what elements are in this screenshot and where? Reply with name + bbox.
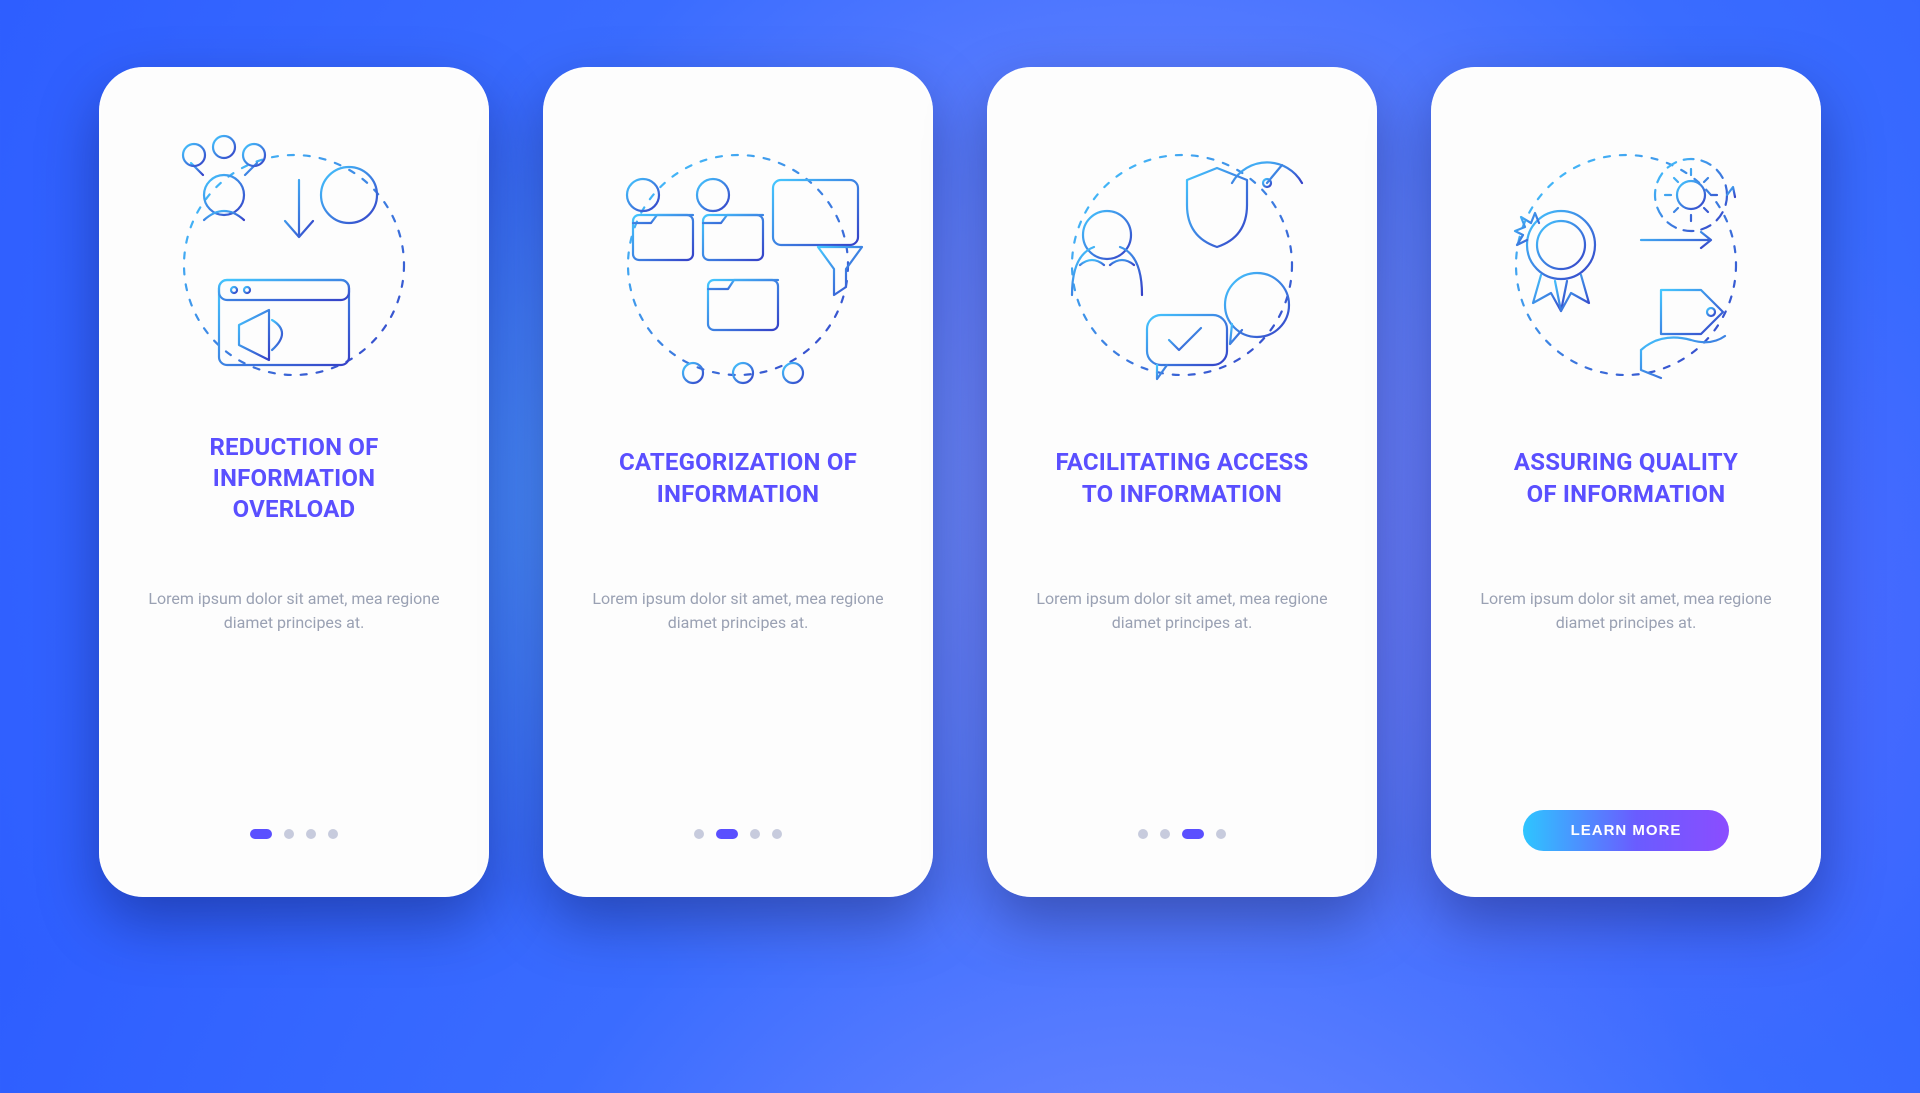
pagination-dot[interactable] xyxy=(750,829,760,839)
pagination-dot[interactable] xyxy=(284,829,294,839)
pagination-dot[interactable] xyxy=(306,829,316,839)
pagination-dot[interactable] xyxy=(694,829,704,839)
learn-more-button[interactable]: LEARN MORE xyxy=(1523,810,1730,851)
screen-body-text: Lorem ipsum dolor sit amet, mea regione … xyxy=(139,587,449,637)
screen-body-text: Lorem ipsum dolor sit amet, mea regione … xyxy=(1027,587,1337,637)
svg-text:i: i xyxy=(1214,198,1220,223)
facilitating-icon: i i i xyxy=(1047,125,1317,395)
svg-text:i: i xyxy=(1558,233,1564,261)
svg-text:i: i xyxy=(641,186,645,205)
svg-text:i: i xyxy=(1104,225,1110,250)
screen-body-text: Lorem ipsum dolor sit amet, mea regione … xyxy=(583,587,893,637)
svg-text:i: i xyxy=(253,149,256,163)
svg-text:i: i xyxy=(1678,300,1683,324)
pagination-dot[interactable] xyxy=(716,829,738,839)
pagination-dot[interactable] xyxy=(328,829,338,839)
onboarding-screen-1: i i i i REDUCTION OF INFORMATION OVERLOA… xyxy=(99,67,489,897)
screen-title: ASSURING QUALITY OF INFORMATION xyxy=(1514,431,1738,527)
pagination-dot[interactable] xyxy=(1182,829,1204,839)
svg-text:i: i xyxy=(223,141,226,155)
pagination-dot[interactable] xyxy=(1160,829,1170,839)
assuring-icon: i i xyxy=(1491,125,1761,395)
pagination-dots xyxy=(1138,817,1226,851)
categorization-icon: i i xyxy=(603,125,873,395)
reduction-icon: i i i i xyxy=(159,125,429,395)
pagination-dot[interactable] xyxy=(250,829,272,839)
pagination-dot[interactable] xyxy=(772,829,782,839)
screen-title: FACILITATING ACCESS TO INFORMATION xyxy=(1056,431,1309,527)
svg-text:i: i xyxy=(345,179,352,212)
svg-text:i: i xyxy=(711,186,715,205)
onboarding-screen-4: i i ASSURING QUALITY OF INFORMATION Lorem… xyxy=(1431,67,1821,897)
svg-text:i: i xyxy=(193,149,196,163)
screen-title: REDUCTION OF INFORMATION OVERLOAD xyxy=(209,431,378,527)
screen-body-text: Lorem ipsum dolor sit amet, mea regione … xyxy=(1471,587,1781,637)
pagination-dots xyxy=(694,817,782,851)
svg-text:i: i xyxy=(1254,292,1261,322)
onboarding-screen-2: i i CATEGORIZATION OF INFORMATION Lorem i… xyxy=(543,67,933,897)
pagination-dot[interactable] xyxy=(1138,829,1148,839)
screen-title: CATEGORIZATION OF INFORMATION xyxy=(619,431,857,527)
onboarding-screen-3: i i i FACILITATING ACCESS TO INFORMATION… xyxy=(987,67,1377,897)
pagination-dots xyxy=(250,817,338,851)
pagination-dot[interactable] xyxy=(1216,829,1226,839)
